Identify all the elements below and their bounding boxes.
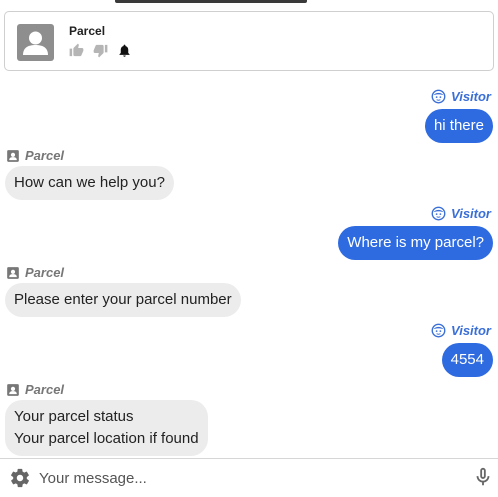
message-text: Your parcel location if found bbox=[14, 430, 199, 447]
microphone-icon[interactable] bbox=[472, 466, 494, 488]
message-bubble: How can we help you? bbox=[5, 166, 174, 200]
visitor-face-icon bbox=[431, 89, 446, 104]
sender-name: Parcel bbox=[25, 148, 65, 163]
message-text: Your parcel status bbox=[14, 408, 134, 425]
message-bubble: 4554 bbox=[441, 343, 493, 377]
sender-name: Parcel bbox=[25, 382, 65, 397]
sender-name: Parcel bbox=[25, 265, 65, 280]
message-text: Where is my parcel? bbox=[347, 234, 484, 251]
message-text: 4554 bbox=[450, 351, 484, 368]
thumbs-up-icon[interactable] bbox=[69, 43, 84, 58]
message-text: How can we help you? bbox=[14, 174, 165, 191]
chat-title: Parcel bbox=[69, 24, 106, 38]
message-text: hi there bbox=[433, 117, 484, 134]
chat-header: Parcel bbox=[4, 11, 494, 71]
contact-card-icon bbox=[7, 149, 19, 162]
contact-card-icon bbox=[7, 266, 19, 279]
contact-card-icon bbox=[7, 383, 19, 396]
sender-label: Parcel bbox=[6, 148, 64, 163]
avatar-icon bbox=[17, 24, 54, 61]
visitor-face-icon bbox=[431, 323, 446, 338]
sender-label: Parcel bbox=[6, 265, 64, 280]
sender-label: Visitor bbox=[431, 206, 491, 221]
message-bubble: hi there bbox=[424, 109, 493, 143]
message-text: Please enter your parcel number bbox=[14, 291, 232, 308]
visitor-face-icon bbox=[431, 206, 446, 221]
settings-icon[interactable] bbox=[9, 467, 31, 489]
sender-name: Visitor bbox=[451, 206, 491, 221]
sender-label: Parcel bbox=[6, 382, 64, 397]
thumbs-down-icon[interactable] bbox=[93, 43, 108, 58]
sender-name: Visitor bbox=[451, 89, 491, 104]
message-bubble: Where is my parcel? bbox=[338, 226, 493, 260]
window-top-strip bbox=[115, 0, 307, 3]
message-bubble: Your parcel status Your parcel location … bbox=[5, 400, 208, 456]
composer-bar bbox=[0, 458, 498, 497]
message-bubble: Please enter your parcel number bbox=[5, 283, 241, 317]
header-actions bbox=[69, 43, 132, 58]
sender-label: Visitor bbox=[431, 323, 491, 338]
sender-label: Visitor bbox=[431, 89, 491, 104]
sender-name: Visitor bbox=[451, 323, 491, 338]
bell-icon[interactable] bbox=[117, 43, 132, 58]
message-input[interactable] bbox=[37, 465, 461, 491]
